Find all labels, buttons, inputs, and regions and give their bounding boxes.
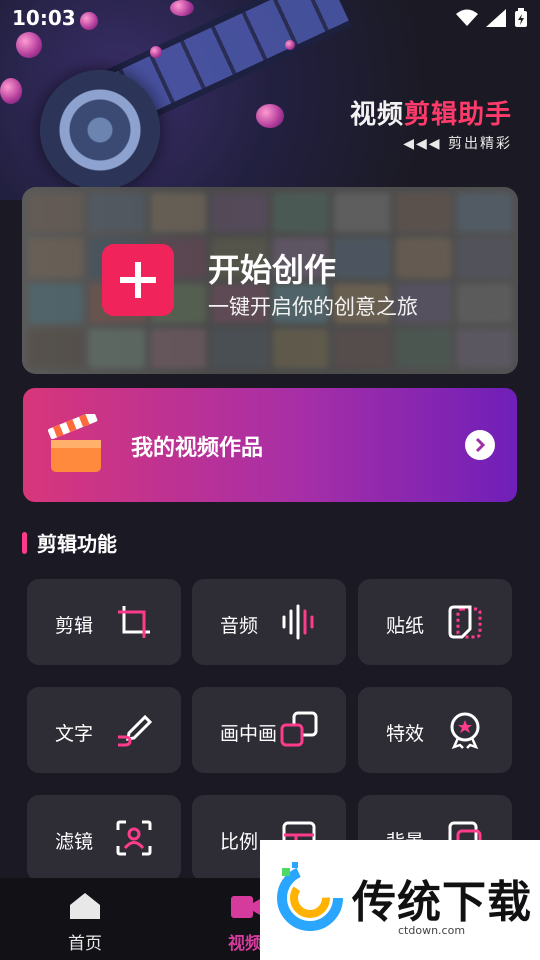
film-reel-graphic [40, 70, 160, 190]
picture-in-picture-icon [280, 711, 318, 747]
tool-label: 音频 [220, 615, 259, 637]
tool-crop[interactable]: 剪辑 [27, 579, 181, 665]
tab-video[interactable]: 视频 [228, 892, 262, 954]
battery-icon [515, 8, 527, 27]
brand-title-red: 剪辑助手 [403, 100, 512, 130]
tool-label: 滤镜 [55, 831, 94, 853]
filter-person-icon [116, 820, 152, 856]
tab-home[interactable]: 首页 [68, 892, 102, 954]
effect-badge-icon [450, 712, 480, 749]
watermark-site: ctdown.com [398, 924, 466, 937]
create-plus-button[interactable] [102, 244, 174, 316]
app-brand: 视频剪辑助手 ◀◀◀ 剪出精彩 [350, 94, 512, 153]
tab-video-label: 视频 [228, 934, 262, 954]
start-create-card[interactable]: 开始创作 一键开启你的创意之旅 [22, 187, 518, 374]
watermark-ad[interactable]: 传统下载 ctdown.com [260, 840, 540, 960]
bubble-decoration [150, 46, 162, 58]
pen-text-icon [118, 714, 153, 747]
brand-title-white: 视频 [349, 100, 404, 130]
create-subtitle: 一键开启你的创意之旅 [208, 295, 418, 319]
my-works-arrow-button[interactable] [465, 430, 495, 460]
clapperboard-icon [48, 414, 101, 472]
status-time: 10:03 [12, 6, 76, 30]
tool-effect[interactable]: 特效 [358, 687, 512, 773]
tool-label: 剪辑 [55, 615, 94, 637]
bubble-decoration [256, 104, 284, 128]
crop-icon [118, 606, 150, 638]
tool-filter[interactable]: 滤镜 [27, 795, 181, 881]
sticker-icon [448, 605, 482, 639]
my-works-card[interactable]: 我的视频作品 [23, 388, 517, 502]
section-accent-bar [22, 531, 27, 554]
bubble-decoration [0, 78, 22, 104]
brand-tagline: ◀◀◀ 剪出精彩 [403, 136, 512, 152]
tool-label: 比例 [220, 831, 259, 853]
section-title: 剪辑功能 [37, 532, 117, 556]
ctdown-logo-icon [277, 862, 343, 931]
tool-label: 文字 [55, 723, 94, 745]
bubble-decoration [285, 40, 295, 50]
tab-home-label: 首页 [68, 934, 102, 954]
tool-label: 画中画 [220, 723, 278, 745]
video-icon [231, 896, 260, 918]
watermark-brand: 传统下载 [352, 877, 532, 928]
plus-icon [120, 262, 156, 298]
audio-wave-icon [282, 604, 314, 640]
my-works-label: 我的视频作品 [131, 436, 264, 461]
tool-label: 特效 [386, 723, 425, 745]
section-header: 剪辑功能 [22, 528, 117, 557]
home-icon [70, 893, 100, 919]
status-bar: 10:03 [0, 0, 540, 36]
tool-text[interactable]: 文字 [27, 687, 181, 773]
tool-sticker[interactable]: 贴纸 [358, 579, 512, 665]
signal-icon [486, 9, 506, 27]
chevron-right-icon [475, 437, 486, 453]
tool-audio[interactable]: 音频 [192, 579, 346, 665]
tool-label: 贴纸 [386, 615, 425, 637]
wifi-icon [456, 9, 478, 26]
create-title: 开始创作 [208, 251, 337, 289]
tool-pip[interactable]: 画中画 [192, 687, 346, 773]
